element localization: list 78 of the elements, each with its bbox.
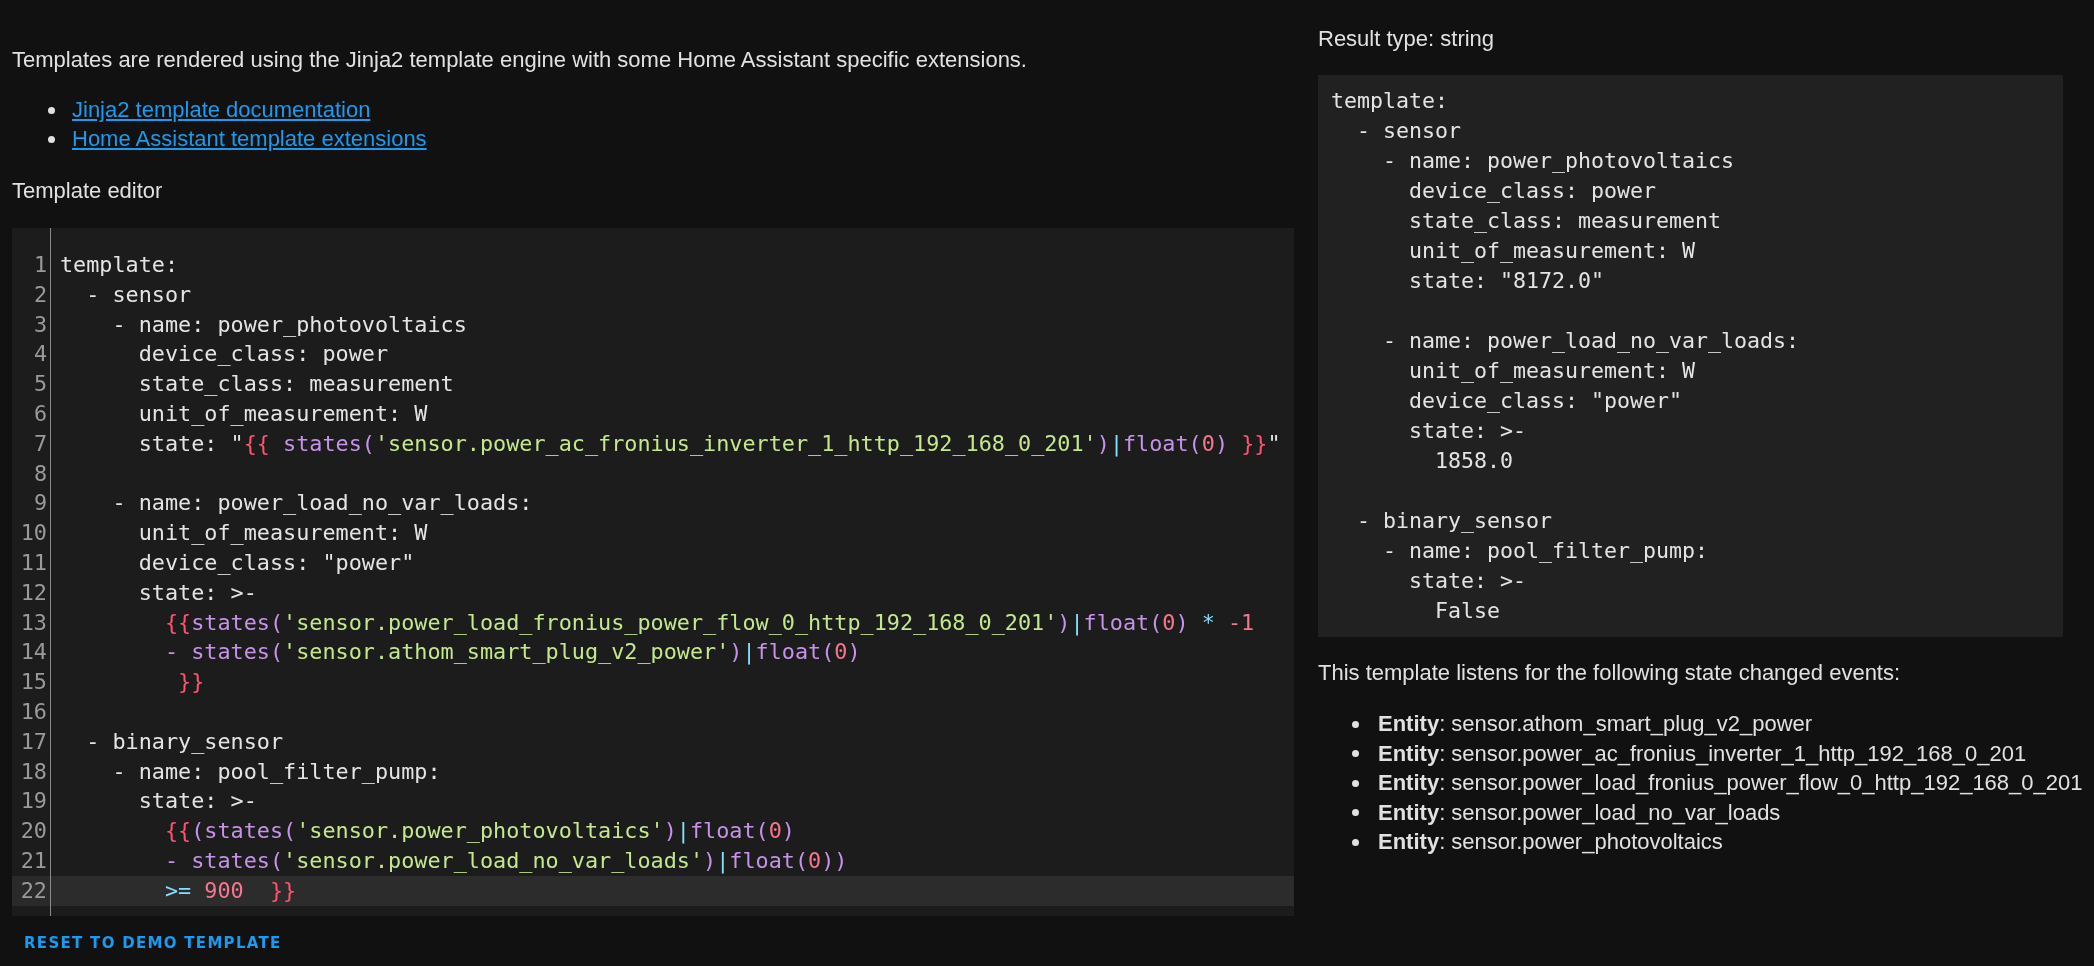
- bullet-icon: [1352, 779, 1359, 787]
- entity-item: Entity: sensor.power_photovoltaics: [1378, 829, 1723, 855]
- code-line: device_class: power: [137, 340, 389, 369]
- line-number: 14: [19, 638, 48, 667]
- result-line: unit_of_measurement: W: [1408, 357, 1696, 385]
- line-number: 7: [32, 429, 48, 458]
- code-line: {{(states('sensor.power_photovoltaics')|float(0): [163, 817, 795, 846]
- result-line: False: [1434, 597, 1501, 625]
- code-line: device_class: "power": [137, 548, 415, 577]
- line-number: 15: [19, 668, 48, 697]
- line-number: 21: [19, 846, 48, 875]
- code-line: unit_of_measurement: W: [137, 400, 428, 428]
- result-line: 1858.0: [1434, 447, 1514, 475]
- bullet-icon: [1352, 750, 1359, 757]
- reset-button[interactable]: RESET TO DEMO TEMPLATE: [12, 928, 294, 958]
- code-line: - name: power_photovoltaics: [111, 310, 467, 339]
- bullet-icon: [1352, 838, 1359, 846]
- intro-text: Templates are rendered using the Jinja2 template engine with some Home Assistant specific extensions.: [12, 47, 1028, 73]
- line-number: 22: [12, 875, 50, 906]
- line-number: 3: [32, 310, 48, 339]
- code-line: template:: [60, 251, 179, 279]
- line-number: 6: [32, 400, 48, 428]
- code-line: >= 900 }}: [163, 876, 297, 905]
- code-line: state: >-: [137, 787, 257, 816]
- code-line: {{states('sensor.power_load_fronius_power_flow_0_http_192_168_0_201')|float(0) * -1: [163, 608, 1255, 638]
- code-line: state_class: measurement: [137, 370, 454, 399]
- code-editor[interactable]: [12, 228, 1294, 916]
- code-line: - sensor: [85, 280, 192, 309]
- result-line: - name: power_load_no_var_loads:: [1382, 327, 1801, 355]
- line-number: 16: [19, 697, 48, 726]
- result-line: - sensor: [1356, 117, 1462, 145]
- line-number: 9: [32, 489, 48, 518]
- line-number: 17: [19, 727, 48, 756]
- result-line: state: >-: [1408, 567, 1527, 595]
- result-line: template:: [1331, 87, 1449, 115]
- line-number: 11: [19, 548, 48, 577]
- bullet-icon: [48, 106, 55, 114]
- code-line: unit_of_measurement: W: [137, 519, 428, 548]
- line-number: 2: [32, 280, 48, 309]
- line-number: 4: [32, 340, 48, 369]
- result-line: state: "8172.0": [1408, 267, 1605, 295]
- code-line: state: "{{ states('sensor.power_ac_fronius_inverter_1_http_192_168_0_201')|float(0) }}": [137, 429, 1281, 459]
- result-line: device_class: "power": [1408, 387, 1683, 415]
- code-line: - name: pool_filter_pump:: [111, 757, 441, 786]
- line-number: 1: [32, 251, 48, 279]
- bullet-icon: [1352, 720, 1359, 728]
- editor-label: Template editor: [12, 178, 164, 204]
- bullet-icon: [48, 135, 55, 143]
- code-line: state: >-: [137, 578, 257, 607]
- code-line: - states('sensor.power_load_no_var_loads')|float(0)): [163, 846, 848, 876]
- listens-text: This template listens for the following state changed events:: [1318, 660, 1902, 686]
- result-line: - binary_sensor: [1356, 507, 1553, 535]
- line-number: 18: [19, 757, 48, 786]
- line-number: 5: [32, 370, 48, 399]
- documentation-link[interactable]: Home Assistant template extensions: [72, 126, 427, 152]
- line-number: 8: [32, 459, 48, 488]
- line-number: 20: [19, 817, 48, 846]
- code-line: - name: power_load_no_var_loads:: [111, 489, 533, 518]
- result-line: unit_of_measurement: W: [1408, 237, 1696, 265]
- line-number: 13: [19, 608, 48, 637]
- result-line: state: >-: [1408, 417, 1527, 445]
- result-line: - name: power_photovoltaics: [1382, 147, 1736, 175]
- code-line: - binary_sensor: [85, 727, 284, 756]
- result-line: state_class: measurement: [1408, 207, 1723, 235]
- entity-item: Entity: sensor.power_load_no_var_loads: [1378, 799, 1781, 826]
- result-line: - name: pool_filter_pump:: [1382, 537, 1709, 565]
- entity-item: Entity: sensor.power_load_fronius_power_flow_0_http_192_168_0_201: [1378, 770, 2083, 796]
- line-number: 10: [19, 519, 48, 548]
- code-line: }}: [177, 668, 205, 697]
- line-number: 19: [19, 787, 48, 816]
- documentation-link[interactable]: Jinja2 template documentation: [72, 97, 371, 123]
- line-number: 12: [19, 578, 48, 607]
- result-type-text: Result type: string: [1318, 26, 1496, 52]
- result-line: device_class: power: [1408, 177, 1657, 205]
- entity-item: Entity: sensor.power_ac_fronius_inverter_1_http_192_168_0_201: [1378, 740, 2027, 767]
- bullet-icon: [1352, 809, 1359, 816]
- entity-item: Entity: sensor.athom_smart_plug_v2_power: [1378, 711, 1813, 737]
- code-line: - states('sensor.athom_smart_plug_v2_power')|float(0): [163, 638, 861, 667]
